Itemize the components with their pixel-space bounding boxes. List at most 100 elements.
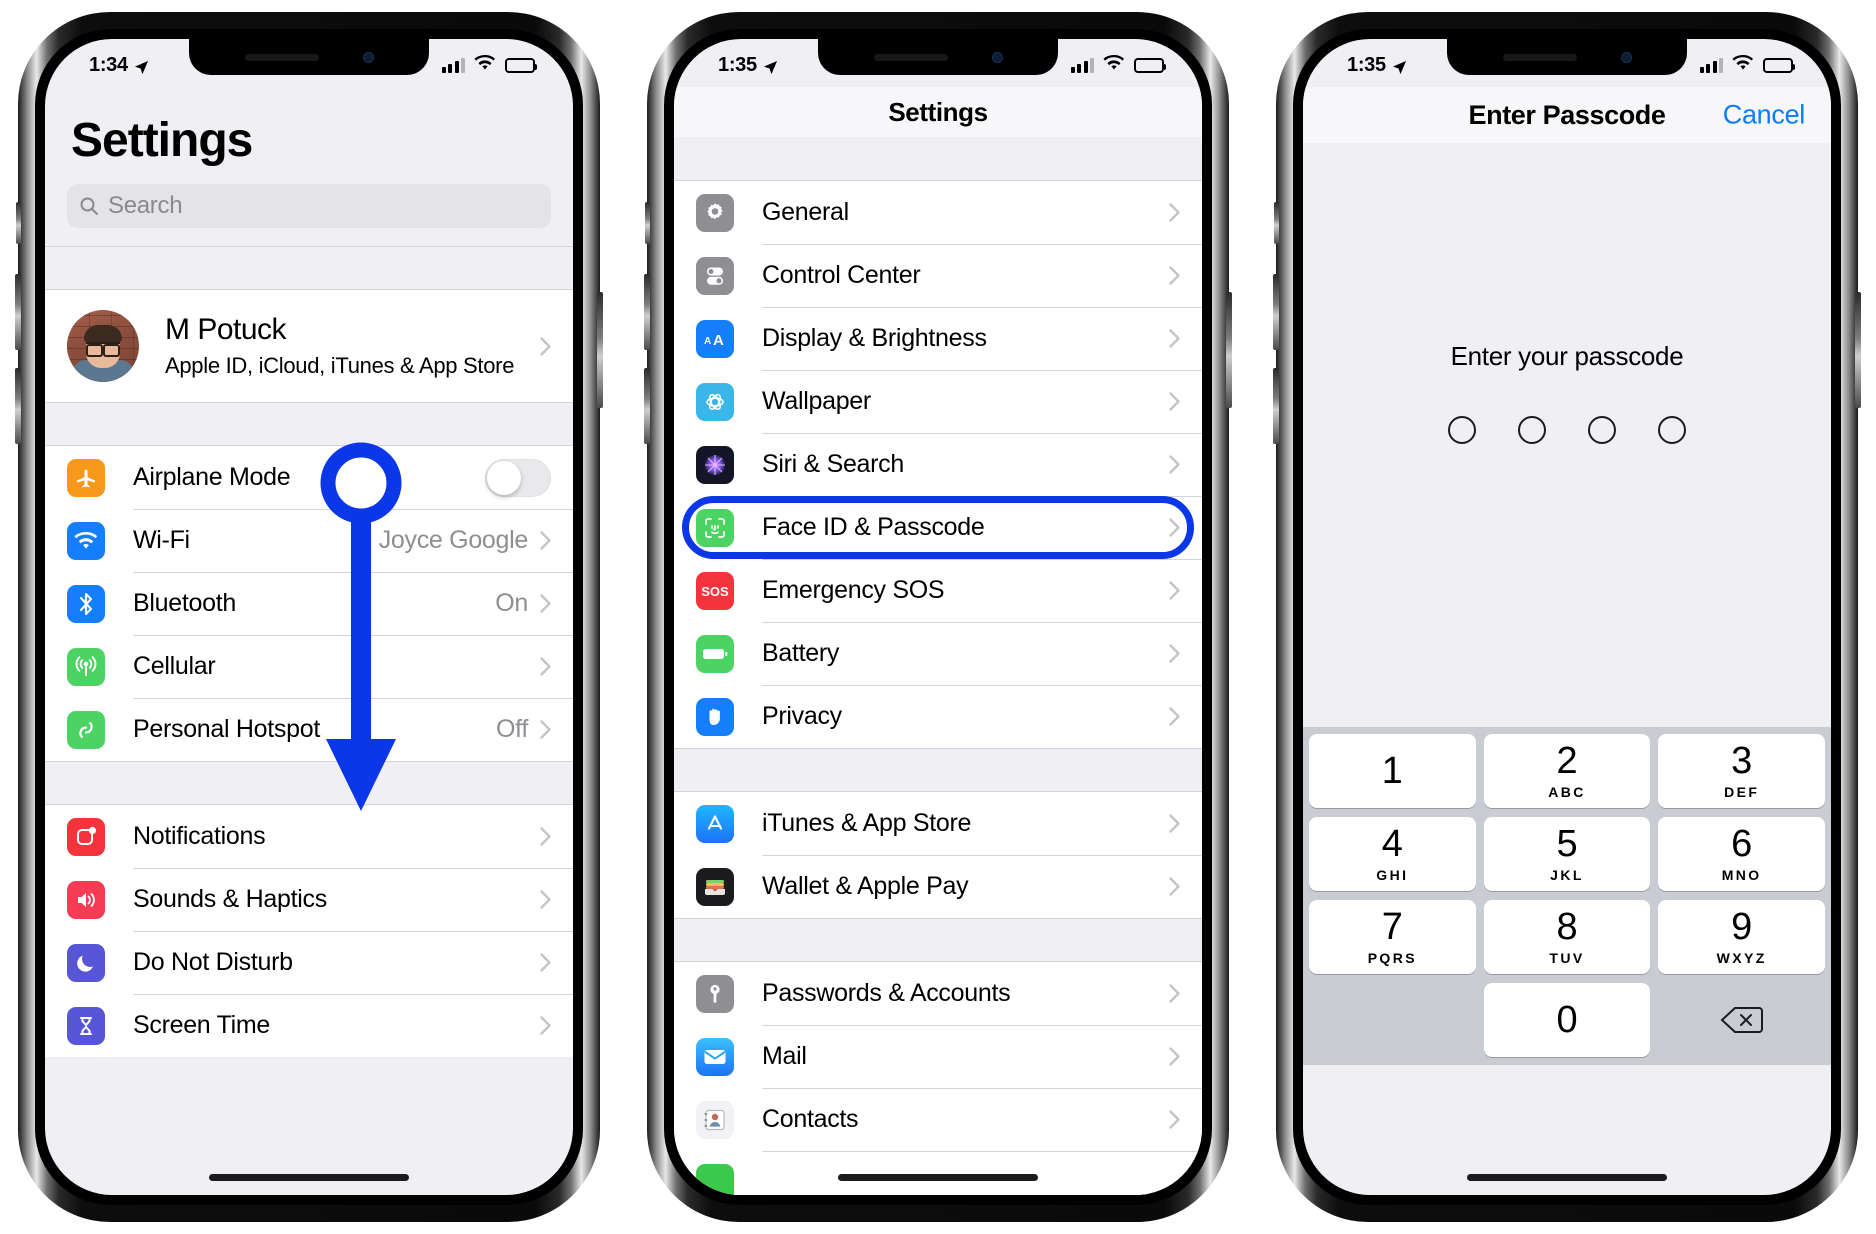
chevron-right-icon <box>1169 581 1180 600</box>
home-indicator[interactable] <box>838 1174 1038 1181</box>
contacts-icon <box>696 1100 734 1139</box>
sounds-icon <box>67 880 105 919</box>
key-8[interactable]: 8 TUV <box>1483 900 1651 974</box>
mail-icon <box>696 1037 734 1076</box>
volume-up-button[interactable] <box>644 274 650 350</box>
settings-row-bluetooth[interactable]: Bluetooth On <box>45 572 573 635</box>
settings-row-general[interactable]: General <box>674 181 1202 244</box>
home-indicator[interactable] <box>1467 1174 1667 1181</box>
key-letters: ABC <box>1548 784 1586 800</box>
status-bar-2: 1:35 <box>674 39 1202 87</box>
cellular-icon <box>67 647 105 686</box>
moon-icon <box>67 943 105 982</box>
settings-row-wallet-apple-pay[interactable]: Wallet & Apple Pay <box>674 855 1202 918</box>
passcode-keypad: 1 2 ABC 3 DEF 4 GHI 5 JKL 6 MNO 7 PQRS 8 TUV 9 W… <box>1303 727 1831 1065</box>
key-icon <box>696 974 734 1013</box>
silent-switch[interactable] <box>1274 202 1279 244</box>
key-7[interactable]: 7 PQRS <box>1309 900 1476 974</box>
device-bezel-1: 1:34 Settings Search M Potuck Apple ID, … <box>35 29 583 1205</box>
key-4[interactable]: 4 GHI <box>1309 817 1476 891</box>
settings-row-personal-hotspot[interactable]: Personal Hotspot Off <box>45 698 573 761</box>
gear-icon <box>696 193 734 232</box>
settings-row-siri-search[interactable]: Siri & Search <box>674 433 1202 496</box>
power-button[interactable] <box>1855 292 1861 408</box>
settings-row-do-not-disturb[interactable]: Do Not Disturb <box>45 931 573 994</box>
settings-row-cellular[interactable]: Cellular <box>45 635 573 698</box>
key-digit: 2 <box>1556 740 1578 782</box>
settings-row-notifications[interactable]: Notifications <box>45 805 573 868</box>
keypad-row: 4 GHI 5 JKL 6 MNO <box>1309 817 1826 891</box>
search-input[interactable]: Search <box>67 184 551 228</box>
key-1[interactable]: 1 <box>1309 734 1476 808</box>
wallpaper-icon <box>696 382 734 421</box>
chevron-right-icon <box>540 657 551 676</box>
airplane-mode-toggle[interactable] <box>485 458 551 497</box>
key-digit: 3 <box>1731 740 1753 782</box>
key-letters: GHI <box>1376 867 1409 883</box>
settings-row-control-center[interactable]: Control Center <box>674 244 1202 307</box>
device-bezel-3: 1:35 Enter Passcode Cancel Enter your pa… <box>1293 29 1841 1205</box>
key-digit: 0 <box>1556 999 1578 1041</box>
wifi-icon <box>1732 54 1754 77</box>
settings-row-airplane-mode[interactable]: Airplane Mode <box>45 446 573 509</box>
search-placeholder: Search <box>108 192 183 219</box>
settings-row-mail[interactable]: Mail <box>674 1025 1202 1088</box>
settings-row-privacy[interactable]: Privacy <box>674 685 1202 748</box>
settings-row-partial-next[interactable] <box>674 1151 1202 1195</box>
silent-switch[interactable] <box>645 202 650 244</box>
chevron-right-icon <box>540 953 551 972</box>
settings-row-wallpaper[interactable]: Wallpaper <box>674 370 1202 433</box>
airplane-icon <box>67 458 105 497</box>
power-button[interactable] <box>1226 292 1232 408</box>
passcode-prompt: Enter your passcode <box>1450 341 1684 371</box>
settings-row-screen-time[interactable]: Screen Time <box>45 994 573 1057</box>
chevron-right-icon <box>1169 203 1180 222</box>
key-2[interactable]: 2 ABC <box>1483 734 1651 808</box>
chevron-right-icon <box>540 1016 551 1035</box>
key-3[interactable]: 3 DEF <box>1658 734 1826 808</box>
settings-row-display-brightness[interactable]: AA Display & Brightness <box>674 307 1202 370</box>
silent-switch[interactable] <box>16 202 21 244</box>
app-store-icon <box>696 804 734 843</box>
wifi-icon <box>67 521 105 560</box>
settings-row-itunes-app-store[interactable]: iTunes & App Store <box>674 792 1202 855</box>
volume-down-button[interactable] <box>1273 368 1279 444</box>
volume-down-button[interactable] <box>15 368 21 444</box>
cellular-signal-icon <box>1070 57 1094 73</box>
chevron-right-icon <box>1169 707 1180 726</box>
settings-row-wifi[interactable]: Wi-Fi Joyce Google <box>45 509 573 572</box>
key-digit: 1 <box>1381 750 1403 792</box>
settings-row-label: Face ID & Passcode <box>762 513 985 541</box>
section-gap <box>45 246 573 290</box>
settings-row-emergency-sos[interactable]: SOS Emergency SOS <box>674 559 1202 622</box>
battery-icon <box>505 57 537 73</box>
chevron-right-icon <box>540 720 551 739</box>
settings-group-stores: iTunes & App Store Wallet & Apple Pay <box>674 792 1202 918</box>
settings-row-battery[interactable]: Battery <box>674 622 1202 685</box>
key-6[interactable]: 6 MNO <box>1658 817 1826 891</box>
key-5[interactable]: 5 JKL <box>1483 817 1651 891</box>
apple-id-profile-row[interactable]: M Potuck Apple ID, iCloud, iTunes & App … <box>45 290 573 402</box>
next-app-icon <box>696 1163 734 1195</box>
volume-up-button[interactable] <box>15 274 21 350</box>
volume-up-button[interactable] <box>1273 274 1279 350</box>
power-button[interactable] <box>597 292 603 408</box>
volume-down-button[interactable] <box>644 368 650 444</box>
settings-row-face-id-passcode[interactable]: Face ID & Passcode <box>674 496 1202 559</box>
profile-subtitle: Apple ID, iCloud, iTunes & App Store <box>165 353 515 378</box>
status-time: 1:35 <box>1347 53 1386 76</box>
key-digit: 5 <box>1556 823 1578 865</box>
delete-backward-button[interactable] <box>1658 983 1825 1057</box>
settings-row-contacts[interactable]: Contacts <box>674 1088 1202 1151</box>
key-0[interactable]: 0 <box>1483 983 1651 1057</box>
display-brightness-icon: AA <box>696 319 734 358</box>
cancel-button[interactable]: Cancel <box>1723 100 1806 131</box>
avatar <box>67 310 139 382</box>
settings-row-passwords-accounts[interactable]: Passwords & Accounts <box>674 962 1202 1025</box>
chevron-right-icon <box>540 531 551 550</box>
settings-row-sounds-haptics[interactable]: Sounds & Haptics <box>45 868 573 931</box>
siri-icon <box>696 445 734 484</box>
key-9[interactable]: 9 WXYZ <box>1658 900 1826 974</box>
key-digit: 7 <box>1381 906 1403 948</box>
home-indicator[interactable] <box>209 1174 409 1181</box>
